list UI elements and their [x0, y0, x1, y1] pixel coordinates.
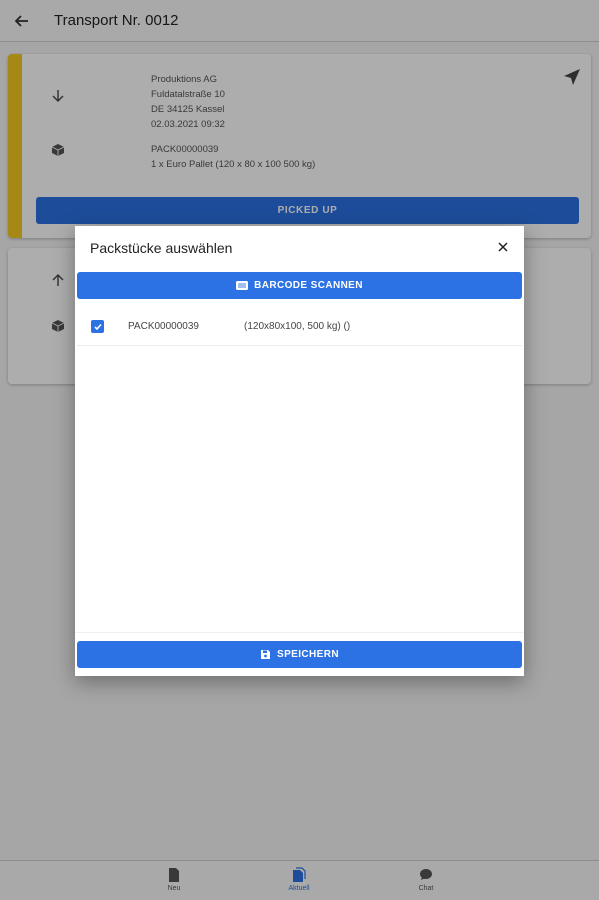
divider [75, 632, 524, 633]
barcode-scan-button[interactable]: BARCODE SCANNEN [77, 272, 522, 299]
save-button[interactable]: SPEICHERN [77, 641, 522, 668]
barcode-icon [236, 281, 249, 290]
select-packages-dialog: Packstücke auswählen BARCODE SCANNEN PAC… [75, 226, 524, 676]
package-checkbox[interactable] [91, 320, 104, 333]
close-icon [498, 242, 508, 252]
list-item[interactable]: PACK00000039 (120x80x100, 500 kg) () [77, 312, 522, 346]
check-icon [93, 323, 102, 330]
package-code: PACK00000039 [128, 321, 199, 332]
package-dimensions: (120x80x100, 500 kg) () [244, 321, 351, 332]
dialog-title: Packstücke auswählen [90, 240, 233, 256]
save-icon [261, 650, 271, 659]
close-button[interactable] [496, 240, 510, 254]
